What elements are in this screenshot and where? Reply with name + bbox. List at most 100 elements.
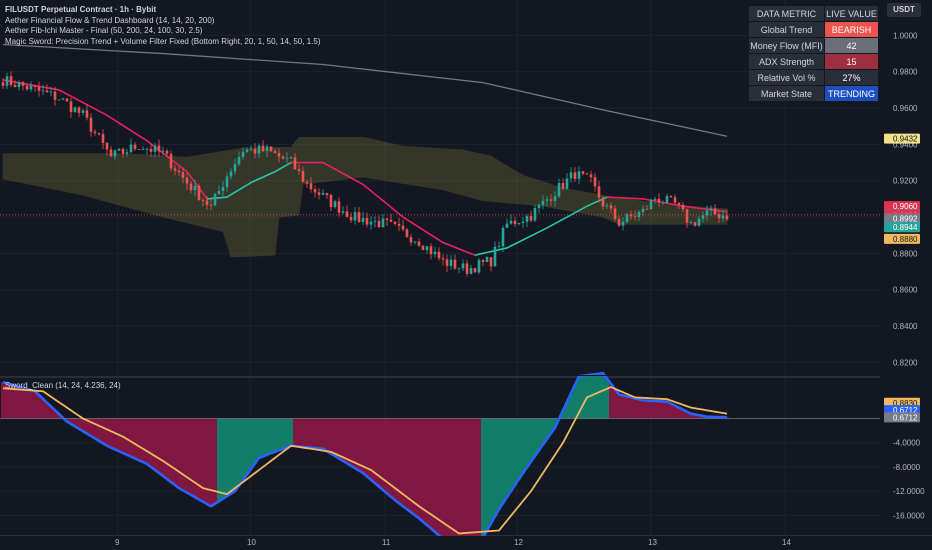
candle-body[interactable] xyxy=(209,204,213,206)
candle-body[interactable] xyxy=(1,82,5,86)
candle-body[interactable] xyxy=(21,82,25,86)
candle-body[interactable] xyxy=(661,202,665,204)
candle-body[interactable] xyxy=(553,196,557,201)
candle-body[interactable] xyxy=(121,148,125,154)
candle-body[interactable] xyxy=(625,214,629,222)
candle-body[interactable] xyxy=(537,204,541,209)
candle-body[interactable] xyxy=(277,153,281,157)
candle-body[interactable] xyxy=(133,144,137,149)
candle-body[interactable] xyxy=(117,148,121,151)
candle-body[interactable] xyxy=(85,110,89,118)
candle-body[interactable] xyxy=(721,215,725,219)
candle-body[interactable] xyxy=(101,134,105,143)
candle-body[interactable] xyxy=(437,251,441,259)
candle-body[interactable] xyxy=(417,241,421,246)
candle-body[interactable] xyxy=(5,76,9,86)
candle-body[interactable] xyxy=(473,268,477,273)
candle-body[interactable] xyxy=(201,200,205,201)
indicator-legend-fib-ichi[interactable]: Aether Fib-Ichi Master - Final (50, 200,… xyxy=(5,26,320,37)
candle-body[interactable] xyxy=(141,149,145,150)
candle-body[interactable] xyxy=(717,214,721,219)
candle-body[interactable] xyxy=(93,131,97,134)
candle-body[interactable] xyxy=(89,117,93,132)
candle-body[interactable] xyxy=(605,205,609,207)
candle-body[interactable] xyxy=(341,211,345,213)
candle-body[interactable] xyxy=(9,76,13,85)
candle-body[interactable] xyxy=(497,246,501,247)
candle-body[interactable] xyxy=(529,215,533,221)
candle-body[interactable] xyxy=(81,110,85,113)
candle-body[interactable] xyxy=(657,198,661,203)
candle-body[interactable] xyxy=(221,187,225,192)
candle-body[interactable] xyxy=(381,218,385,228)
candle-body[interactable] xyxy=(725,215,729,220)
candle-body[interactable] xyxy=(213,194,217,206)
candle-body[interactable] xyxy=(357,212,361,223)
candle-body[interactable] xyxy=(525,215,529,222)
candle-body[interactable] xyxy=(289,157,293,159)
candle-body[interactable] xyxy=(137,148,141,150)
candle-body[interactable] xyxy=(249,148,253,150)
candle-body[interactable] xyxy=(253,148,257,154)
candle-body[interactable] xyxy=(329,195,333,208)
candle-body[interactable] xyxy=(549,199,553,201)
candle-body[interactable] xyxy=(65,98,69,102)
candle-body[interactable] xyxy=(541,200,545,205)
indicator-legend-dashboard[interactable]: Aether Financial Flow & Trend Dashboard … xyxy=(5,16,320,27)
candle-body[interactable] xyxy=(129,144,133,153)
candle-body[interactable] xyxy=(57,99,61,101)
candle-body[interactable] xyxy=(669,196,673,198)
currency-button[interactable]: USDT xyxy=(887,3,921,17)
candle-body[interactable] xyxy=(617,218,621,226)
candle-body[interactable] xyxy=(445,259,449,266)
candle-body[interactable] xyxy=(169,153,173,169)
candle-body[interactable] xyxy=(493,246,497,267)
candle-body[interactable] xyxy=(301,171,305,182)
candle-body[interactable] xyxy=(461,263,465,269)
candle-body[interactable] xyxy=(281,156,285,159)
candle-body[interactable] xyxy=(165,150,169,154)
candle-body[interactable] xyxy=(241,151,245,158)
candle-body[interactable] xyxy=(113,150,117,157)
candle-body[interactable] xyxy=(521,221,525,224)
candle-body[interactable] xyxy=(673,197,677,203)
candle-body[interactable] xyxy=(157,145,161,152)
candle-body[interactable] xyxy=(457,268,461,270)
candle-body[interactable] xyxy=(469,268,473,274)
candle-body[interactable] xyxy=(145,148,149,150)
candle-body[interactable] xyxy=(653,198,657,200)
candle-body[interactable] xyxy=(533,208,537,221)
candle-body[interactable] xyxy=(369,221,373,225)
candle-body[interactable] xyxy=(261,145,265,152)
candle-body[interactable] xyxy=(389,219,393,222)
candle-body[interactable] xyxy=(297,169,301,172)
candle-body[interactable] xyxy=(153,145,157,152)
candle-body[interactable] xyxy=(33,85,37,87)
candle-body[interactable] xyxy=(189,183,193,191)
candle-body[interactable] xyxy=(317,192,321,195)
candle-body[interactable] xyxy=(365,217,369,225)
candle-body[interactable] xyxy=(233,164,237,172)
candle-body[interactable] xyxy=(273,151,277,154)
candle-body[interactable] xyxy=(69,101,73,112)
candle-body[interactable] xyxy=(465,263,469,274)
candle-body[interactable] xyxy=(25,85,29,90)
candle-body[interactable] xyxy=(681,204,685,210)
candle-body[interactable] xyxy=(373,220,377,222)
candle-body[interactable] xyxy=(409,237,413,243)
candle-body[interactable] xyxy=(217,191,221,195)
candle-body[interactable] xyxy=(597,186,601,198)
candle-body[interactable] xyxy=(569,172,573,179)
candle-body[interactable] xyxy=(345,211,349,217)
candle-body[interactable] xyxy=(577,171,581,179)
candle-body[interactable] xyxy=(17,82,21,88)
candle-body[interactable] xyxy=(701,215,705,219)
candle-body[interactable] xyxy=(489,257,493,267)
candle-body[interactable] xyxy=(637,211,641,218)
candle-body[interactable] xyxy=(333,201,337,208)
candle-body[interactable] xyxy=(453,259,457,269)
candle-body[interactable] xyxy=(237,157,241,165)
candle-body[interactable] xyxy=(677,202,681,205)
candle-body[interactable] xyxy=(177,170,181,173)
candle-body[interactable] xyxy=(693,222,697,226)
